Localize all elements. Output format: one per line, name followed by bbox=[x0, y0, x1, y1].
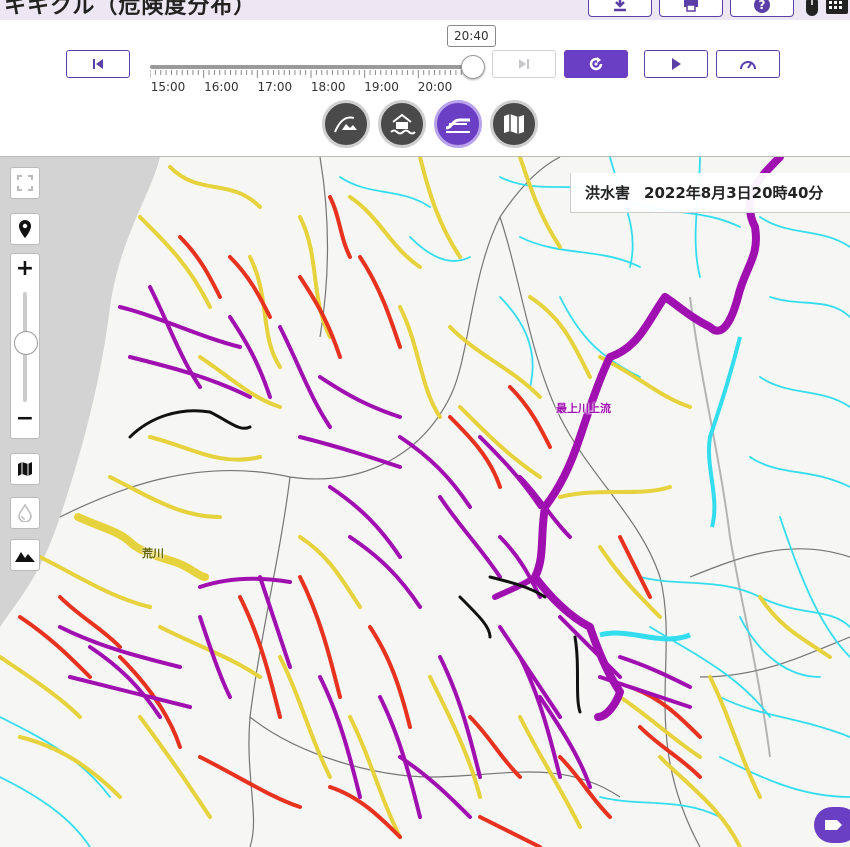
info-datetime: 2022年8月3日20時40分 bbox=[644, 184, 824, 202]
mouse-icon[interactable] bbox=[804, 0, 820, 18]
fullscreen-icon bbox=[17, 175, 33, 191]
help-icon: ? bbox=[754, 0, 770, 13]
mogami-river-label: 最上川上流 bbox=[556, 402, 611, 415]
terrain-button[interactable] bbox=[10, 539, 40, 571]
print-button[interactable] bbox=[659, 0, 723, 17]
rivers-caution bbox=[0, 157, 832, 847]
slider-ticks bbox=[150, 70, 472, 78]
slider-fill bbox=[150, 65, 472, 69]
map-icon bbox=[18, 462, 32, 476]
chat-button[interactable] bbox=[814, 807, 850, 843]
water-drop-button[interactable] bbox=[10, 497, 40, 529]
landslide-layer-button[interactable] bbox=[322, 100, 370, 148]
keyboard-icon[interactable] bbox=[826, 0, 848, 18]
refresh-icon bbox=[589, 57, 603, 71]
tick-label: 19:00 bbox=[364, 80, 399, 94]
location-pin-icon bbox=[19, 220, 31, 238]
location-button[interactable] bbox=[10, 213, 40, 245]
basemap-button[interactable] bbox=[10, 453, 40, 485]
skip-to-end-button[interactable] bbox=[492, 50, 556, 78]
zoom-slider[interactable] bbox=[14, 292, 38, 402]
time-slider[interactable] bbox=[150, 65, 472, 69]
tick-label: 16:00 bbox=[204, 80, 239, 94]
highway bbox=[689, 296, 771, 758]
map-icon bbox=[504, 114, 524, 134]
rivers-warning bbox=[18, 195, 702, 847]
mountain-icon bbox=[15, 552, 35, 562]
timeline-controls: 20:40 15:00 16:00 17:00 18:00 19:00 20:00 bbox=[0, 20, 850, 156]
help-button[interactable]: ? bbox=[730, 0, 794, 17]
tick-label: 15:00 bbox=[150, 80, 186, 94]
flood-wave-icon bbox=[445, 118, 470, 133]
download-icon bbox=[614, 0, 626, 11]
zoom-out-button[interactable]: − bbox=[16, 404, 34, 434]
download-button[interactable] bbox=[588, 0, 652, 17]
play-icon bbox=[672, 58, 681, 70]
skip-start-icon bbox=[93, 59, 103, 69]
inundation-layer-button[interactable] bbox=[378, 100, 426, 148]
time-tooltip: 20:40 bbox=[447, 25, 496, 47]
risk-map[interactable]: 洪水害 2022年8月3日20時40分 最上川上流 荒川 + − bbox=[0, 156, 850, 847]
fullscreen-button[interactable] bbox=[10, 167, 40, 199]
map-canvas[interactable] bbox=[0, 157, 850, 847]
water-drop-icon bbox=[18, 504, 32, 522]
zoom-in-button[interactable]: + bbox=[16, 254, 34, 284]
print-icon bbox=[684, 0, 698, 12]
skip-to-start-button[interactable] bbox=[66, 50, 130, 78]
zoom-thumb[interactable] bbox=[14, 330, 38, 355]
tick-label: 17:00 bbox=[257, 80, 293, 94]
tag-icon bbox=[825, 820, 842, 830]
rivers-normal bbox=[0, 157, 850, 847]
ara-river-label: 荒川 bbox=[142, 547, 164, 560]
skip-end-icon bbox=[519, 59, 529, 69]
flood-layer-button[interactable] bbox=[434, 100, 482, 148]
app-header: キキクル（危険度分布） ? bbox=[0, 0, 850, 20]
tick-label: 18:00 bbox=[310, 80, 346, 94]
info-type: 洪水害 bbox=[585, 184, 631, 202]
tick-label: 20:00 bbox=[417, 80, 453, 94]
tributary-cyan bbox=[599, 630, 691, 642]
speedometer-icon bbox=[740, 61, 756, 70]
map-layer-button[interactable] bbox=[490, 100, 538, 148]
landslide-icon bbox=[334, 116, 357, 133]
svg-text:?: ? bbox=[759, 0, 766, 12]
page-title: キキクル（危険度分布） bbox=[4, 0, 257, 19]
play-button[interactable] bbox=[644, 50, 708, 78]
map-info-box: 洪水害 2022年8月3日20時40分 bbox=[570, 173, 850, 213]
zoom-control: + − bbox=[10, 253, 40, 439]
speed-button[interactable] bbox=[716, 50, 780, 78]
slider-thumb[interactable] bbox=[461, 55, 485, 79]
house-flood-icon bbox=[390, 113, 416, 135]
refresh-button[interactable] bbox=[564, 50, 628, 78]
